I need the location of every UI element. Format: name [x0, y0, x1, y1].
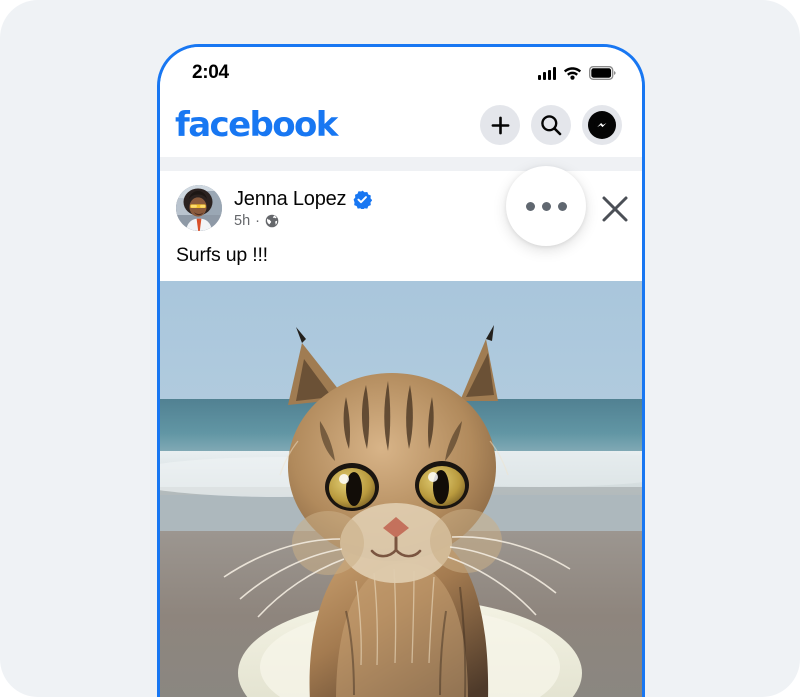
- cellular-signal-icon: [537, 66, 556, 80]
- header-actions: [480, 105, 622, 145]
- messenger-icon: [588, 111, 616, 139]
- phone-frame: 2:04 facebook Jenna Lopez 5h · Surfs up …: [157, 44, 645, 697]
- verified-badge-icon: [353, 190, 373, 209]
- three-dots-icon-dot-2: [541, 201, 551, 211]
- messenger-button[interactable]: [582, 105, 622, 145]
- status-bar-icons: [537, 66, 616, 80]
- post-photo[interactable]: [160, 281, 642, 697]
- post-subtitle: 5h ·: [234, 213, 372, 229]
- close-button[interactable]: [598, 192, 632, 226]
- create-button[interactable]: [480, 105, 520, 145]
- facebook-logo[interactable]: facebook: [174, 108, 338, 142]
- plus-icon: [491, 116, 509, 134]
- facebook-app-header: facebook: [160, 93, 642, 157]
- avatar-image: [176, 185, 222, 231]
- post-meta: Jenna Lopez 5h ·: [234, 188, 373, 229]
- globe-icon: [265, 214, 279, 227]
- close-icon: [602, 196, 628, 222]
- battery-icon: [589, 66, 616, 80]
- post-timestamp: 5h: [234, 212, 251, 229]
- post-separator: ·: [255, 212, 260, 229]
- post-author-name[interactable]: Jenna Lopez: [234, 188, 347, 211]
- avatar[interactable]: [176, 185, 222, 231]
- post-author-row: Jenna Lopez: [234, 188, 373, 211]
- status-bar-time: 2:04: [192, 62, 229, 83]
- phone-screen: 2:04 facebook Jenna Lopez 5h · Surfs up …: [160, 47, 642, 697]
- post-photo-image: [160, 281, 642, 697]
- feed-divider: [160, 157, 642, 171]
- status-bar: 2:04: [160, 47, 642, 93]
- search-icon: [541, 115, 562, 136]
- search-button[interactable]: [531, 105, 571, 145]
- feed-post: Jenna Lopez 5h · Surfs up !!!: [160, 171, 642, 697]
- post-body-text: Surfs up !!!: [176, 244, 268, 266]
- more-options-button[interactable]: [506, 166, 586, 246]
- page-canvas: 2:04 facebook Jenna Lopez 5h · Surfs up …: [0, 0, 800, 697]
- three-dots-icon-dot-3: [557, 201, 567, 211]
- three-dots-icon-dot-1: [525, 201, 535, 211]
- wifi-icon: [563, 67, 582, 80]
